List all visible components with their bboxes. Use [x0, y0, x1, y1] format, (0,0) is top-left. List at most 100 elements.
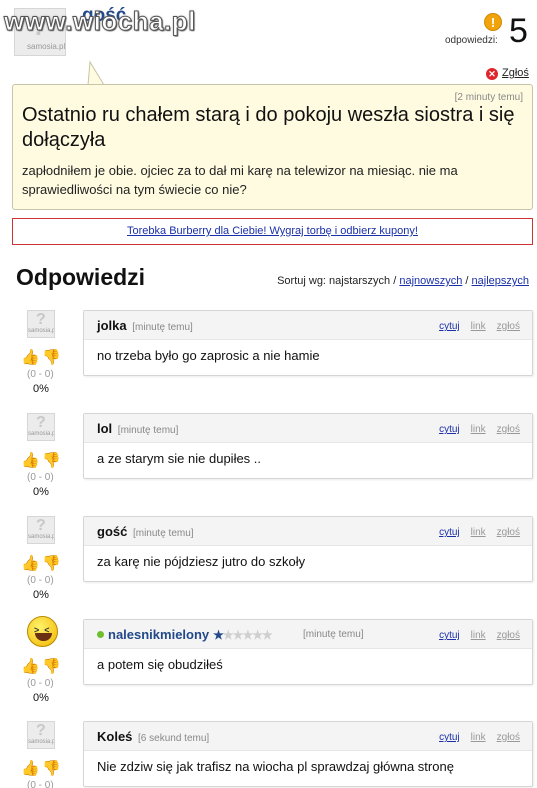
vote-buttons: 👍 👎: [21, 760, 63, 780]
thumbs-up-icon[interactable]: 👍: [21, 760, 40, 778]
sort-best-link[interactable]: najlepszych: [472, 275, 529, 287]
sort-prefix: Sortuj wg: najstarszych /: [277, 275, 400, 287]
answer-actions: cytuj link zgłoś: [428, 424, 520, 435]
vote-count: (0 - 0): [27, 472, 54, 483]
thumbs-down-icon[interactable]: 👎: [42, 555, 61, 573]
answer-time: [minutę temu]: [132, 322, 193, 333]
answer-card: jolka [minutę temu] cytuj link zgłoś no tr…: [83, 310, 533, 376]
question-header: ? samosia.pl gość www.wiocha.pl ! odpowi…: [0, 0, 537, 60]
thumbs-up-icon[interactable]: 👍: [21, 555, 40, 573]
answer-username: gość [minutę temu]: [97, 524, 194, 539]
answer-text: a potem się obudziłeś: [97, 657, 223, 672]
answer-row: ? samosia.pl 👍 👎 (0 - 0) 0% gość [minutę …: [0, 516, 537, 616]
thumbs-down-icon[interactable]: 👎: [42, 452, 61, 470]
permalink[interactable]: link: [471, 732, 486, 743]
answer-row: ? samosia.pl 👍 👎 (0 - 0) Koleś [6 sekund …: [0, 721, 537, 788]
answer-avatar[interactable]: ? samosia.pl: [27, 310, 55, 338]
sort-newest-link[interactable]: najnowszych: [399, 275, 462, 287]
report-answer-link[interactable]: zgłoś: [497, 630, 520, 641]
answers-count: 5: [509, 12, 528, 50]
answer-username-text[interactable]: lol: [97, 421, 112, 436]
question-time: [2 minuty temu]: [454, 92, 523, 103]
answer-card: Koleś [6 sekund temu] cytuj link zgłoś Nie…: [83, 721, 533, 787]
permalink[interactable]: link: [471, 630, 486, 641]
report-question-button[interactable]: ✕ Zgłoś: [486, 67, 529, 80]
answer-card-header: jolka [minutę temu] cytuj link zgłoś: [84, 311, 532, 340]
answer-username-text[interactable]: Koleś: [97, 729, 132, 744]
vote-count: (0 - 0): [27, 780, 54, 788]
report-answer-link[interactable]: zgłoś: [497, 321, 520, 332]
answer-time: [minutę temu]: [117, 425, 179, 436]
thumbs-down-icon[interactable]: 👎: [42, 760, 61, 778]
ad-banner: Torebka Burberry dla Ciebie! Wygraj torb…: [12, 218, 533, 245]
answer-username-text[interactable]: jolka: [97, 318, 127, 333]
smiley-mouth-icon: [35, 633, 52, 641]
vote-percent: 0%: [33, 589, 49, 601]
quote-link[interactable]: cytuj: [439, 321, 460, 332]
thumbs-up-icon[interactable]: 👍: [21, 658, 40, 676]
permalink[interactable]: link: [471, 424, 486, 435]
thumbs-up-icon[interactable]: 👍: [21, 452, 40, 470]
online-status-icon: [97, 631, 104, 638]
vote-count: (0 - 0): [27, 575, 54, 586]
star-empty-icon: ★★★★★: [222, 628, 273, 642]
avatar-placeholder-icon: ?: [36, 517, 46, 534]
answer-text: no trzeba było go zaprosic a nie hamie: [97, 348, 320, 363]
report-answer-link[interactable]: zgłoś: [497, 527, 520, 538]
answer-card: gość [minutę temu] cytuj link zgłoś za kar…: [83, 516, 533, 582]
report-answer-link[interactable]: zgłoś: [497, 424, 520, 435]
permalink[interactable]: link: [471, 527, 486, 538]
report-link[interactable]: Zgłoś: [502, 67, 529, 79]
user-rating-stars: ★★★★★★: [213, 628, 273, 642]
vote-buttons: 👍 👎: [21, 452, 63, 472]
thumbs-down-icon[interactable]: 👎: [42, 349, 61, 367]
avatar-placeholder-icon: ?: [36, 722, 46, 739]
answer-username: lol [minutę temu]: [97, 421, 178, 436]
answer-actions: cytuj link zgłoś: [428, 732, 520, 743]
ad-link[interactable]: Torebka Burberry dla Ciebie! Wygraj torb…: [127, 225, 418, 237]
question-title: Ostatnio ru chałem starą i do pokoju wes…: [22, 104, 515, 151]
question-body: zapłodniłem je obie. ojciec za to dał mi…: [22, 163, 458, 197]
vote-count: (0 - 0): [27, 369, 54, 380]
thumbs-up-icon[interactable]: 👍: [21, 349, 40, 367]
answer-avatar[interactable]: ? samosia.pl: [27, 413, 55, 441]
report-answer-link[interactable]: zgłoś: [497, 732, 520, 743]
answer-avatar[interactable]: ? samosia.pl: [27, 721, 55, 749]
answer-username-text[interactable]: nalesnikmielony: [108, 627, 209, 642]
answer-actions: cytuj link zgłoś: [428, 321, 520, 332]
answer-actions: cytuj link zgłoś: [428, 630, 520, 641]
answer-row: ? samosia.pl 👍 👎 (0 - 0) 0% lol [minutę t…: [0, 413, 537, 513]
answer-row: >< 👍 👎 (0 - 0) 0% nalesnikmielony ★★★★★★ …: [0, 616, 537, 719]
quote-link[interactable]: cytuj: [439, 424, 460, 435]
answer-card-header: gość [minutę temu] cytuj link zgłoś: [84, 517, 532, 546]
close-icon: ✕: [486, 68, 498, 80]
avatar-caption: samosia.pl: [27, 42, 66, 51]
quote-link[interactable]: cytuj: [439, 732, 460, 743]
sort-separator: /: [462, 275, 472, 287]
vote-percent: 0%: [33, 486, 49, 498]
laughing-smiley-avatar[interactable]: ><: [27, 616, 58, 647]
permalink[interactable]: link: [471, 321, 486, 332]
answer-username: nalesnikmielony ★★★★★★: [97, 627, 273, 642]
vote-percent: 0%: [33, 383, 49, 395]
answer-card-header: lol [minutę temu] cytuj link zgłoś: [84, 414, 532, 443]
star-half-icon: ★: [213, 628, 224, 642]
quote-link[interactable]: cytuj: [439, 630, 460, 641]
avatar-placeholder-icon: ?: [36, 311, 46, 328]
answer-avatar[interactable]: ? samosia.pl: [27, 516, 55, 544]
answer-text: Nie zdziw się jak trafisz na wiocha pl s…: [97, 759, 454, 774]
quote-link[interactable]: cytuj: [439, 527, 460, 538]
vote-buttons: 👍 👎: [21, 658, 63, 678]
vote-buttons: 👍 👎: [21, 555, 63, 575]
site-watermark: www.wiocha.pl: [4, 6, 196, 37]
answer-username-text[interactable]: gość: [97, 524, 127, 539]
vote-count: (0 - 0): [27, 678, 54, 689]
thumbs-down-icon[interactable]: 👎: [42, 658, 61, 676]
question-box: [2 minuty temu] Ostatnio ru chałem starą…: [12, 84, 533, 210]
answer-time: [minutę temu]: [303, 629, 364, 640]
answers-count-label: odpowiedzi:: [445, 35, 498, 46]
answer-card-header: nalesnikmielony ★★★★★★ [minutę temu] cytu…: [84, 620, 532, 649]
answer-username: Koleś [6 sekund temu]: [97, 729, 209, 744]
avatar-placeholder-icon: ?: [36, 414, 46, 431]
answer-text: a ze starym sie nie dupiłes ..: [97, 451, 262, 466]
